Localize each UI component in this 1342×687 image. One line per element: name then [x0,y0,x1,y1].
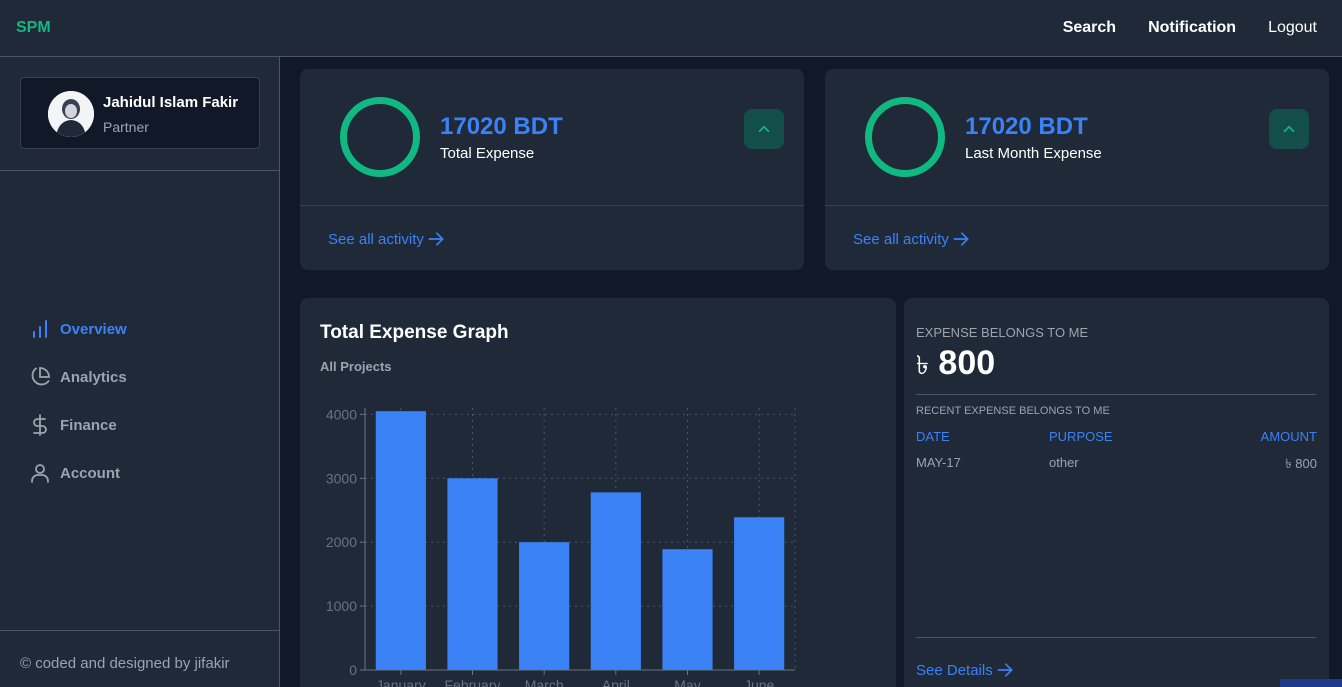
sidebar-item-label: Analytics [60,368,127,386]
corner-indicator [1280,679,1342,687]
graph-subtitle: All Projects [320,359,392,374]
expense-label: EXPENSE BELONGS TO ME [916,325,1089,340]
profile-role: Partner [103,119,149,135]
link-label: See Details [916,661,993,679]
nav-search-link[interactable]: Search [1063,19,1116,37]
sidebar-item-label: Overview [60,320,127,338]
chevron-up-icon [1283,125,1295,133]
card-divider [825,205,1329,206]
stat-value: 17020 BDT [440,113,563,140]
progress-ring [865,97,945,177]
sidebar-item-label: Account [60,464,120,482]
bar [662,549,713,670]
x-tick-label: April [602,677,630,687]
sidebar-item-analytics[interactable]: Analytics [28,365,127,389]
sidebar-item-finance[interactable]: Finance [28,413,127,437]
sidebar: Jahidul Islam Fakir Partner Overview Ana… [0,57,280,687]
divider [916,637,1316,638]
sidebar-item-label: Finance [60,416,117,434]
sidebar-item-overview[interactable]: Overview [28,317,127,341]
profile-name: Jahidul Islam Fakir [103,94,239,111]
x-tick-label: March [525,677,564,687]
column-amount: AMOUNT [1260,429,1317,444]
column-purpose: PURPOSE [1049,429,1113,444]
nav-logout-link[interactable]: Logout [1268,19,1317,37]
dollar-icon [28,413,52,437]
sidebar-footer-divider [0,630,279,631]
sidebar-divider [0,170,279,171]
see-all-activity-link[interactable]: See all activity [328,229,446,249]
stat-value: 17020 BDT [965,113,1088,140]
arrow-right-icon [997,663,1013,677]
expand-button[interactable] [1269,109,1309,149]
avatar [48,91,94,137]
bar [375,411,426,670]
bar-chart-icon [28,317,52,341]
bar [447,478,498,670]
sidebar-item-account[interactable]: Account [28,461,127,485]
x-tick-label: May [674,677,700,687]
pie-chart-icon [28,365,52,389]
arrow-right-icon [428,232,444,246]
bar [590,492,641,670]
total-expense-card: 17020 BDT Total Expense See all activity [300,69,804,270]
cell-purpose: other [1049,455,1079,470]
column-date: DATE [916,429,950,444]
currency-symbol: ৳ [916,350,929,380]
cell-date: MAY-17 [916,455,961,470]
x-tick-label: February [444,677,500,687]
graph-title: Total Expense Graph [320,322,509,343]
y-tick-label: 0 [349,662,357,678]
link-label: See all activity [853,230,949,248]
last-month-expense-card: 17020 BDT Last Month Expense See all act… [825,69,1329,270]
top-header: SPM Search Notification Logout [0,0,1342,57]
chevron-up-icon [758,125,770,133]
progress-ring [340,97,420,177]
sidebar-footer-credit: © coded and designed by jifakir [20,655,230,672]
stat-label: Last Month Expense [965,145,1102,162]
link-label: See all activity [328,230,424,248]
expense-amount-display: ৳ 800 [916,344,995,389]
nav-notification-link[interactable]: Notification [1148,19,1236,37]
bar [734,517,785,670]
x-tick-label: January [376,677,426,687]
x-tick-label: June [744,677,775,687]
brand-logo[interactable]: SPM [16,19,51,37]
bar-chart: 0 1000 2000 3000 4000 January February March Apr… [326,406,796,687]
see-details-link[interactable]: See Details [916,660,1015,680]
see-all-activity-link[interactable]: See all activity [853,229,971,249]
card-divider [300,205,804,206]
expense-amount: 800 [938,344,996,382]
y-tick-label: 3000 [326,470,357,486]
bar [519,542,570,670]
y-tick-label: 1000 [326,598,357,614]
sidebar-menu: Overview Analytics Finance Account [28,317,127,509]
stat-label: Total Expense [440,145,535,162]
expense-graph-card: Total Expense Graph All Projects 0 1000 20… [300,298,896,687]
y-tick-label: 4000 [326,406,357,422]
recent-expense-label: RECENT EXPENSE BELONGS TO ME [916,405,1110,417]
y-tick-label: 2000 [326,534,357,550]
profile-card[interactable]: Jahidul Islam Fakir Partner [20,77,260,149]
arrow-right-icon [953,232,969,246]
expand-button[interactable] [744,109,784,149]
my-expense-card: EXPENSE BELONGS TO ME ৳ 800 RECENT EXPEN… [904,298,1329,687]
top-nav: Search Notification Logout [1063,19,1317,37]
cell-amount: ৳ 800 [1285,456,1317,471]
divider [916,394,1316,395]
avatar-image [48,91,94,137]
user-icon [28,461,52,485]
